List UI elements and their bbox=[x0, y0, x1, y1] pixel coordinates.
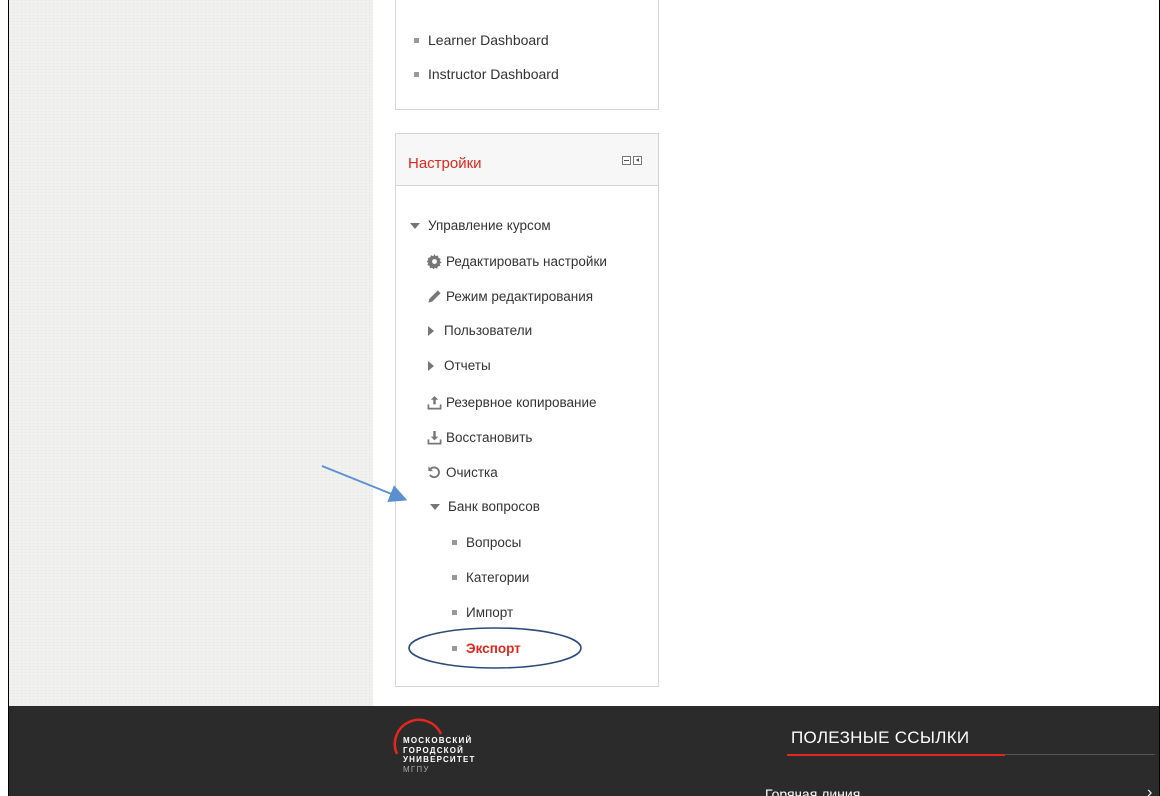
tree-item-label: Пользователи bbox=[444, 323, 533, 338]
navigation-block: Learner Dashboard Instructor Dashboard bbox=[395, 0, 659, 110]
collapsed-arrow-icon bbox=[428, 360, 434, 371]
university-logo[interactable]: МОСКОВСКИЙ ГОРОДСКОЙ УНИВЕРСИТЕТ МГПУ bbox=[389, 716, 509, 796]
nav-item-label: Learner Dashboard bbox=[428, 32, 549, 48]
link-hotline[interactable]: Горячая линия bbox=[765, 786, 860, 796]
refresh-icon bbox=[426, 464, 442, 480]
tree-item-course-admin[interactable]: Управление курсом bbox=[410, 218, 551, 233]
chevron-right-icon[interactable]: › bbox=[1147, 784, 1152, 796]
bullet-icon bbox=[452, 575, 457, 580]
tree-item-restore[interactable]: Восстановить bbox=[426, 429, 532, 445]
tree-item-label: Очистка bbox=[446, 464, 498, 480]
tree-item-question-bank[interactable]: Банк вопросов bbox=[430, 499, 540, 514]
bullet-icon bbox=[452, 646, 457, 651]
page-background bbox=[9, 0, 373, 706]
tree-item-label: Отчеты bbox=[444, 358, 491, 373]
logo-line: ГОРОДСКОЙ bbox=[403, 745, 465, 755]
upload-icon bbox=[426, 394, 442, 410]
logo-line: МОСКОВСКИЙ bbox=[403, 736, 473, 745]
pencil-icon bbox=[426, 288, 442, 304]
settings-header: Настройки bbox=[396, 134, 658, 186]
logo-abbr: МГПУ bbox=[403, 764, 430, 774]
tree-item-reset[interactable]: Очистка bbox=[426, 464, 498, 480]
expanded-arrow-icon bbox=[430, 503, 440, 510]
block-controls bbox=[622, 156, 642, 165]
collapse-icon[interactable] bbox=[622, 156, 631, 165]
useful-links-title: ПОЛЕЗНЫЕ ССЫЛКИ bbox=[791, 728, 970, 747]
bullet-icon bbox=[414, 71, 419, 77]
tree-item-label: Восстановить bbox=[446, 429, 533, 445]
tree-item-label: Управление курсом bbox=[428, 218, 551, 233]
tree-item-label: Категории bbox=[466, 570, 530, 585]
settings-block: Настройки Управление курсом Редактироват… bbox=[395, 133, 659, 687]
title-underline bbox=[787, 754, 1005, 756]
page-frame: Learner Dashboard Instructor Dashboard Н… bbox=[8, 0, 1160, 796]
tree-item-label: Экспорт bbox=[466, 641, 521, 656]
tree-item-categories[interactable]: Категории bbox=[452, 570, 529, 585]
tree-item-label: Редактировать настройки bbox=[446, 253, 607, 269]
tree-item-label: Режим редактирования bbox=[446, 288, 594, 304]
tree-item-backup[interactable]: Резервное копирование bbox=[426, 394, 597, 410]
tree-item-questions[interactable]: Вопросы bbox=[452, 535, 521, 550]
site-footer: МОСКОВСКИЙ ГОРОДСКОЙ УНИВЕРСИТЕТ МГПУ ПО… bbox=[9, 706, 1159, 796]
collapsed-arrow-icon bbox=[428, 325, 434, 336]
tree-item-edit-settings[interactable]: Редактировать настройки bbox=[426, 253, 607, 269]
tree-item-label: Резервное копирование bbox=[446, 394, 597, 410]
nav-item-label: Instructor Dashboard bbox=[428, 66, 559, 82]
nav-item-instructor-dashboard[interactable]: Instructor Dashboard bbox=[414, 66, 559, 82]
bullet-icon bbox=[452, 610, 457, 615]
tree-item-reports[interactable]: Отчеты bbox=[426, 358, 491, 373]
settings-title: Настройки bbox=[408, 155, 482, 172]
tree-item-edit-mode[interactable]: Режим редактирования bbox=[426, 288, 593, 304]
expanded-arrow-icon bbox=[410, 222, 420, 229]
dock-icon[interactable] bbox=[633, 156, 642, 165]
bullet-icon bbox=[452, 540, 457, 545]
tree-item-import[interactable]: Импорт bbox=[452, 605, 513, 620]
nav-item-learner-dashboard[interactable]: Learner Dashboard bbox=[414, 32, 549, 48]
logo-text: МОСКОВСКИЙ ГОРОДСКОЙ УНИВЕРСИТЕТ МГПУ bbox=[403, 736, 476, 774]
tree-item-label: Вопросы bbox=[466, 535, 522, 550]
tree-item-label: Банк вопросов bbox=[448, 499, 540, 514]
tree-item-label: Импорт bbox=[466, 605, 514, 620]
tree-item-users[interactable]: Пользователи bbox=[426, 323, 532, 338]
tree-item-export[interactable]: Экспорт bbox=[452, 641, 521, 656]
gear-icon bbox=[426, 253, 442, 269]
bullet-icon bbox=[414, 37, 419, 43]
divider bbox=[1005, 754, 1155, 755]
logo-line: УНИВЕРСИТЕТ bbox=[403, 755, 476, 764]
download-icon bbox=[426, 429, 442, 445]
